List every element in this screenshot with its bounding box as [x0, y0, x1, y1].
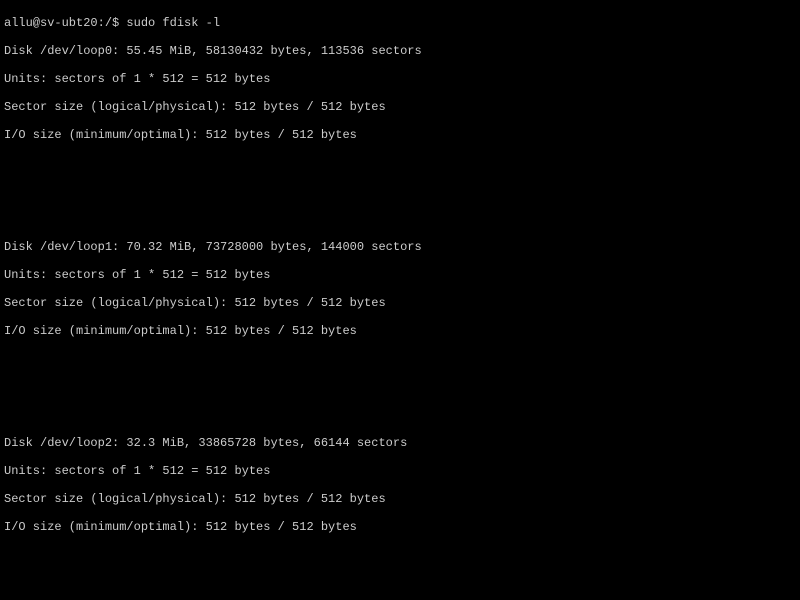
output-line: I/O size (minimum/optimal): 512 bytes / … — [4, 128, 796, 142]
blank-line — [4, 170, 796, 184]
output-line: Units: sectors of 1 * 512 = 512 bytes — [4, 72, 796, 86]
command-text: sudo fdisk -l — [126, 16, 220, 30]
output-line: Sector size (logical/physical): 512 byte… — [4, 492, 796, 506]
disk-block-loop1: Disk /dev/loop1: 70.32 MiB, 73728000 byt… — [4, 226, 796, 352]
blank-line — [4, 366, 796, 380]
blank-line — [4, 590, 796, 600]
output-line: Units: sectors of 1 * 512 = 512 bytes — [4, 268, 796, 282]
blank-line — [4, 198, 796, 212]
output-line: I/O size (minimum/optimal): 512 bytes / … — [4, 324, 796, 338]
disk-block-loop2: Disk /dev/loop2: 32.3 MiB, 33865728 byte… — [4, 422, 796, 548]
output-line: I/O size (minimum/optimal): 512 bytes / … — [4, 520, 796, 534]
output-line: Sector size (logical/physical): 512 byte… — [4, 296, 796, 310]
blank-line — [4, 562, 796, 576]
disk-block-loop0: Disk /dev/loop0: 55.45 MiB, 58130432 byt… — [4, 30, 796, 156]
blank-line — [4, 394, 796, 408]
shell-prompt: allu@sv-ubt20:/$ — [4, 16, 126, 30]
output-line: Disk /dev/loop0: 55.45 MiB, 58130432 byt… — [4, 44, 796, 58]
output-line: Disk /dev/loop1: 70.32 MiB, 73728000 byt… — [4, 240, 796, 254]
output-line: Disk /dev/loop2: 32.3 MiB, 33865728 byte… — [4, 436, 796, 450]
output-line: Sector size (logical/physical): 512 byte… — [4, 100, 796, 114]
terminal-output[interactable]: allu@sv-ubt20:/$ sudo fdisk -l Disk /dev… — [0, 0, 800, 600]
output-line: Units: sectors of 1 * 512 = 512 bytes — [4, 464, 796, 478]
